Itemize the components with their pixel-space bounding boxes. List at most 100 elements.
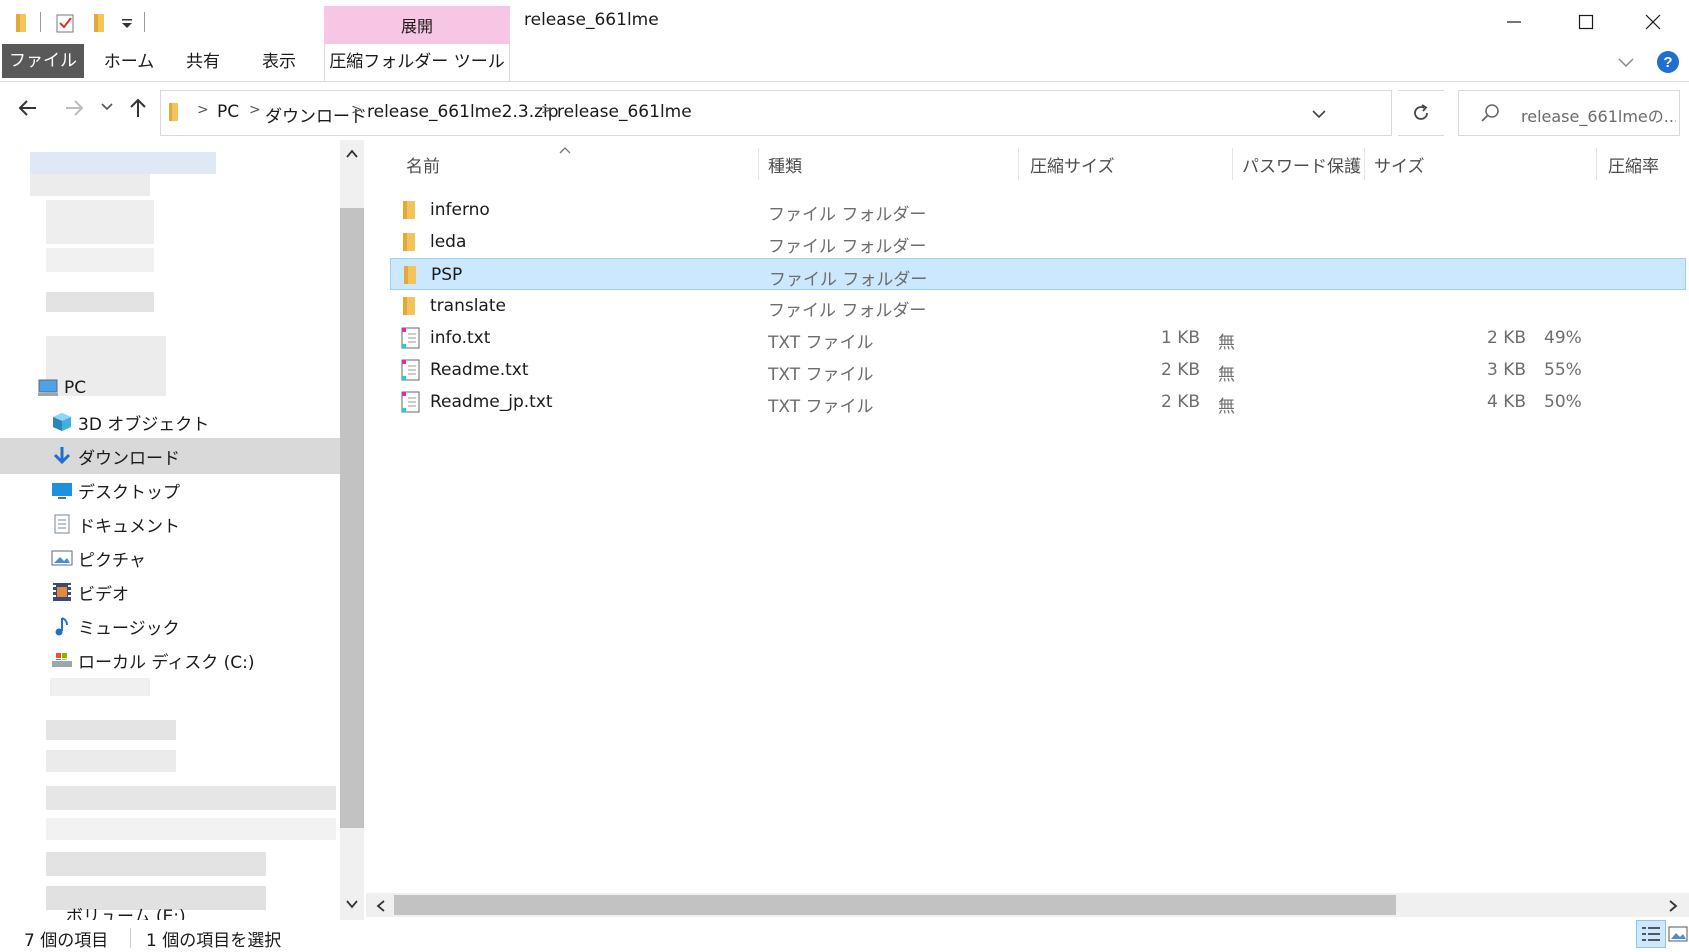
properties-icon[interactable]	[54, 12, 76, 38]
pc-icon	[36, 376, 60, 400]
scroll-up-icon[interactable]	[345, 146, 359, 165]
ribbon-expand-icon[interactable]	[1616, 52, 1636, 76]
large-icons-view-button[interactable]	[1668, 924, 1688, 944]
file-name: translate	[430, 296, 506, 316]
column-separator[interactable]	[1596, 148, 1597, 180]
new-folder-icon[interactable]	[92, 12, 110, 38]
nav-item-pc[interactable]: PC	[0, 370, 340, 406]
file-row-inferno[interactable]: inferno ファイル フォルダー	[390, 194, 1686, 226]
large-icons-view-icon	[1668, 926, 1688, 942]
minimize-button[interactable]	[1478, 0, 1550, 44]
music-icon	[50, 614, 74, 638]
file-password: 無	[1218, 365, 1235, 385]
column-header-name[interactable]: 名前	[406, 152, 440, 177]
file-name: PSP	[431, 265, 463, 285]
download-icon	[50, 444, 74, 468]
tab-view[interactable]: 表示	[244, 44, 314, 81]
nav-item-volume-e[interactable]: ボリューム (E:)	[66, 908, 366, 920]
scroll-right-icon[interactable]	[1666, 898, 1680, 917]
folder-icon	[404, 266, 416, 284]
blurred-item	[46, 886, 266, 910]
drive-icon	[50, 648, 74, 672]
file-size: 4 KB	[1486, 392, 1526, 412]
tab-file[interactable]: ファイル	[2, 44, 84, 78]
text-file-icon	[401, 391, 420, 413]
tab-share[interactable]: 共有	[170, 44, 236, 81]
folder-icon[interactable]	[14, 12, 32, 38]
scroll-left-icon[interactable]	[374, 898, 388, 917]
tab-home[interactable]: ホーム	[94, 44, 164, 81]
scrollbar-thumb[interactable]	[340, 208, 364, 828]
nav-item-3d-objects[interactable]: 3D オブジェクト	[0, 404, 340, 440]
nav-item-label: ミュージック	[78, 618, 180, 639]
column-header-size[interactable]: サイズ	[1374, 152, 1425, 177]
column-separator[interactable]	[1232, 148, 1233, 180]
file-row-translate[interactable]: translate ファイル フォルダー	[390, 290, 1686, 322]
close-icon	[1645, 14, 1661, 30]
maximize-button[interactable]	[1550, 0, 1622, 44]
refresh-button[interactable]	[1398, 90, 1444, 136]
breadcrumb-chevron-icon: >	[197, 102, 209, 118]
nav-item-music[interactable]: ミュージック	[0, 608, 340, 644]
file-list: 名前 種類 圧縮サイズ パスワード保護 サイズ 圧縮率 inferno ファイル…	[386, 140, 1689, 920]
search-input[interactable]: release_661lmeの...	[1521, 103, 1676, 127]
file-ratio: 50%	[1544, 392, 1582, 412]
breadcrumb-chevron-icon[interactable]: >	[249, 102, 261, 118]
column-header-password[interactable]: パスワード保護	[1242, 152, 1361, 177]
breadcrumb-chevron-icon[interactable]: >	[351, 102, 363, 118]
column-header-type[interactable]: 種類	[768, 152, 802, 177]
address-history-chevron-icon[interactable]	[1311, 106, 1327, 126]
nav-item-videos[interactable]: ビデオ	[0, 574, 340, 610]
file-row-readme-txt[interactable]: Readme.txt TXT ファイル 2 KB 無 3 KB 55%	[390, 354, 1686, 386]
scrollbar-thumb[interactable]	[394, 895, 1396, 915]
file-type: TXT ファイル	[768, 365, 874, 385]
up-button[interactable]	[126, 96, 150, 120]
recent-locations-button[interactable]	[100, 100, 114, 114]
breadcrumb-chevron-icon[interactable]: >	[541, 102, 553, 118]
nav-item-downloads[interactable]: ダウンロード	[0, 438, 340, 474]
blurred-item	[46, 750, 176, 772]
qat-dropdown-icon[interactable]	[120, 16, 134, 35]
breadcrumb-pc[interactable]: PC	[217, 102, 239, 122]
file-name: Readme.txt	[430, 360, 529, 380]
file-name: leda	[430, 232, 467, 252]
address-bar[interactable]: > PC > ダウンロード > release_661lme2.3.zip > …	[160, 90, 1392, 136]
forward-button[interactable]	[62, 96, 86, 120]
nav-item-documents[interactable]: ドキュメント	[0, 506, 340, 542]
file-password: 無	[1218, 397, 1235, 417]
close-button[interactable]	[1617, 0, 1689, 44]
details-view-icon	[1642, 927, 1660, 941]
column-separator[interactable]	[1018, 148, 1019, 180]
column-header-ratio[interactable]: 圧縮率	[1608, 152, 1659, 177]
column-separator[interactable]	[758, 148, 759, 180]
help-icon[interactable]: ?	[1656, 50, 1680, 78]
blurred-item	[46, 248, 154, 272]
context-tab-group-label: 展開	[400, 17, 433, 36]
nav-item-label: PC	[64, 378, 87, 398]
column-header-packed-size[interactable]: 圧縮サイズ	[1030, 152, 1115, 177]
video-icon	[50, 580, 74, 604]
qat-separator	[40, 12, 41, 32]
navigation-scrollbar[interactable]	[340, 140, 364, 920]
nav-item-desktop[interactable]: デスクトップ	[0, 472, 340, 508]
file-row-readme-jp-txt[interactable]: Readme_jp.txt TXT ファイル 2 KB 無 4 KB 50%	[390, 386, 1686, 418]
selection-count: 1 個の項目を選択	[146, 931, 282, 951]
search-box[interactable]: release_661lmeの...	[1458, 90, 1680, 136]
details-view-button[interactable]	[1636, 920, 1666, 948]
pictures-icon	[50, 546, 74, 570]
file-row-psp[interactable]: PSP ファイル フォルダー	[390, 258, 1686, 290]
tab-compressed-folder-tools[interactable]: 圧縮フォルダー ツール	[324, 44, 510, 81]
file-row-leda[interactable]: leda ファイル フォルダー	[390, 226, 1686, 258]
breadcrumb-current-folder[interactable]: release_661lme	[557, 102, 692, 122]
horizontal-scrollbar[interactable]	[366, 893, 1689, 917]
arrow-left-icon	[18, 100, 36, 116]
breadcrumb-zip[interactable]: release_661lme2.3.zip	[367, 102, 559, 122]
file-row-info-txt[interactable]: info.txt TXT ファイル 1 KB 無 2 KB 49%	[390, 322, 1686, 354]
folder-icon	[403, 201, 415, 219]
arrow-right-icon	[66, 100, 84, 116]
blurred-item	[46, 720, 176, 740]
back-button[interactable]	[16, 96, 40, 120]
nav-item-pictures[interactable]: ピクチャ	[0, 540, 340, 576]
column-separator[interactable]	[1364, 148, 1365, 180]
nav-item-local-disk-c[interactable]: ローカル ディスク (C:)	[0, 642, 340, 678]
